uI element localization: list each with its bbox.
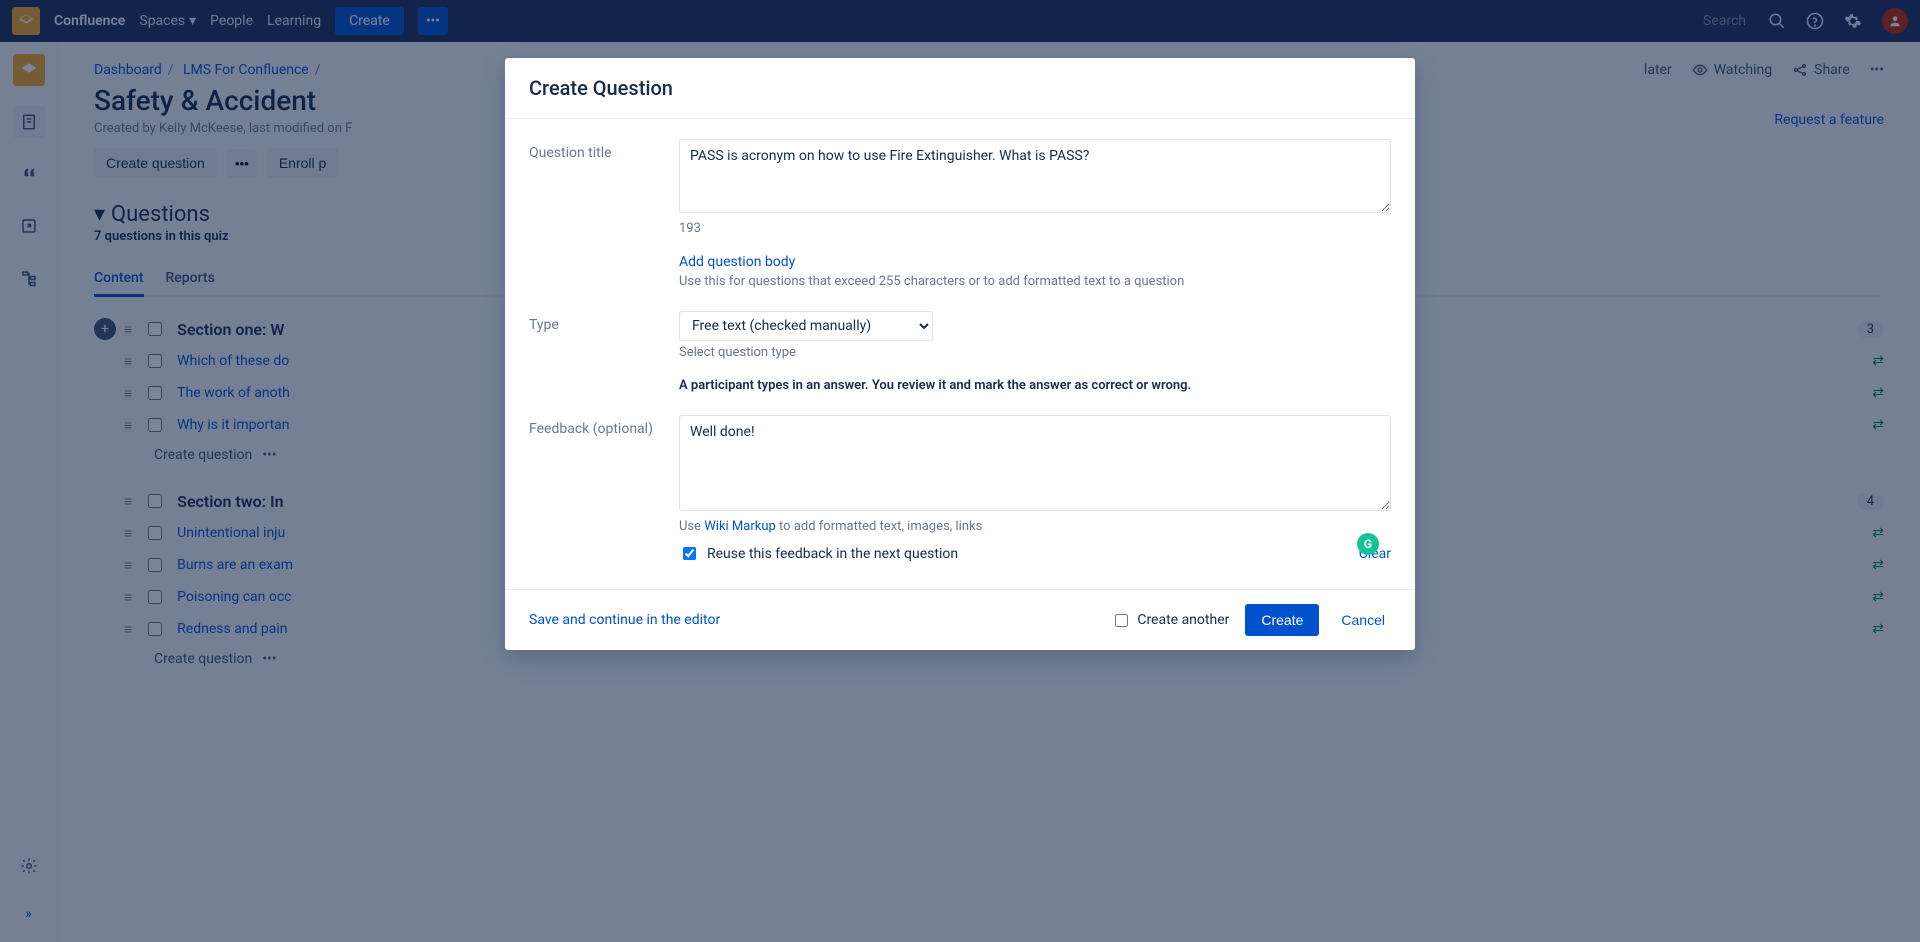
save-continue-link[interactable]: Save and continue in the editor [529,612,720,628]
reuse-feedback-label: Reuse this feedback in the next question [707,546,958,562]
grammarly-icon[interactable]: G [1357,533,1379,555]
feedback-input[interactable] [679,415,1391,511]
create-submit-button[interactable]: Create [1245,604,1319,636]
reuse-feedback-checkbox[interactable] [683,547,696,560]
create-another-toggle[interactable]: Create another [1111,611,1229,630]
label-feedback: Feedback (optional) [529,415,679,563]
modal-overlay: Create Question Question title 193 Add q… [0,0,1920,942]
question-type-select[interactable]: Free text (checked manually) [679,311,933,341]
cancel-button[interactable]: Cancel [1335,611,1391,629]
label-type: Type [529,311,679,393]
question-title-input[interactable] [679,139,1391,213]
wiki-hint: Use Wiki Markup to add formatted text, i… [679,519,1391,534]
add-question-body-link[interactable]: Add question body [679,254,795,270]
create-another-checkbox[interactable] [1115,614,1128,627]
create-question-modal: Create Question Question title 193 Add q… [505,58,1415,650]
wiki-markup-link[interactable]: Wiki Markup [704,519,776,534]
type-hint: Select question type [679,345,1391,360]
label-question-title: Question title [529,139,679,289]
add-body-hint: Use this for questions that exceed 255 c… [679,274,1391,289]
type-description: A participant types in an answer. You re… [679,378,1391,393]
char-counter: 193 [679,221,1391,236]
modal-title: Create Question [505,58,1415,119]
